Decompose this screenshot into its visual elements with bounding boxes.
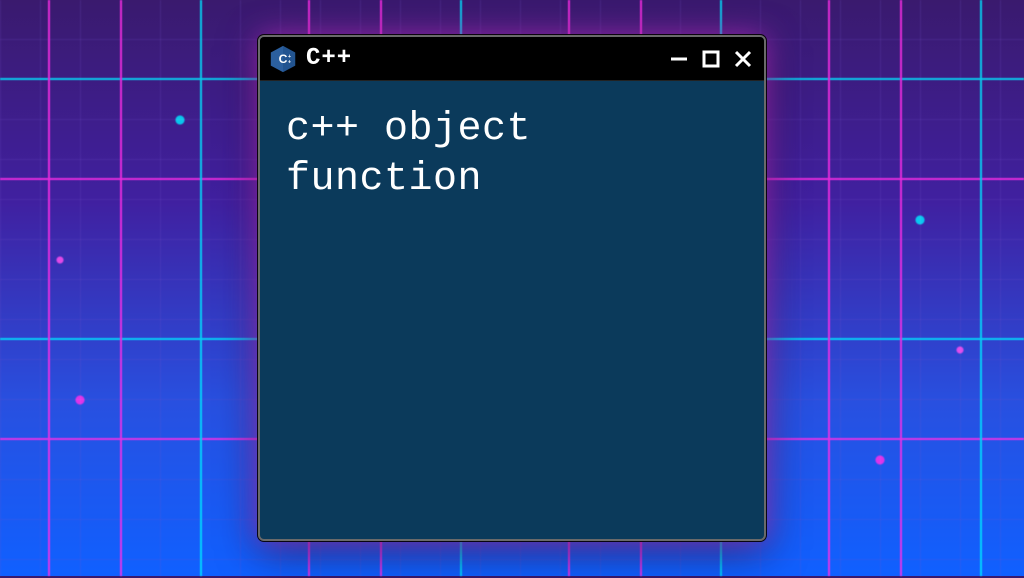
window-title: C++ [306,45,660,72]
svg-text:+: + [288,54,291,60]
cpp-logo-icon: C + + [268,44,298,74]
svg-text:C: C [279,51,288,65]
maximize-button[interactable] [700,48,722,70]
titlebar[interactable]: C + + C++ [260,37,764,81]
terminal-content: c++ object function [260,81,764,539]
minimize-button[interactable] [668,48,690,70]
svg-text:+: + [288,59,291,65]
window-controls [668,48,754,70]
close-button[interactable] [732,48,754,70]
terminal-window: C + + C++ c++ object function [258,35,766,541]
